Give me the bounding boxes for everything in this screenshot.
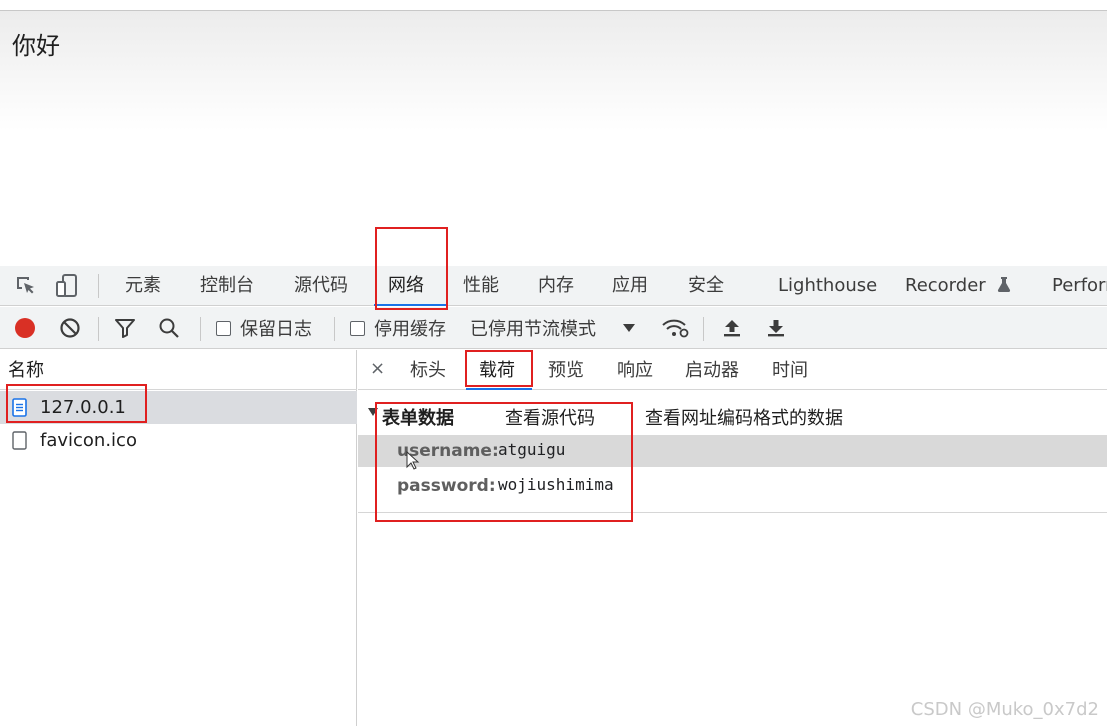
tab-recorder[interactable]: Recorder bbox=[905, 266, 1011, 306]
request-detail-panel: × 标头 载荷 预览 响应 启动器 时间 表单数据 查看源代码 查看网址编码格式… bbox=[358, 350, 1107, 726]
form-field-row[interactable]: username: atguigu bbox=[358, 435, 1107, 470]
close-icon[interactable]: × bbox=[370, 358, 385, 379]
tab-payload[interactable]: 载荷 bbox=[479, 350, 515, 390]
devtools-panel: 元素 控制台 源代码 网络 性能 内存 应用 安全 Lighthouse Rec… bbox=[0, 266, 1107, 726]
toolbar-separator bbox=[200, 317, 201, 341]
tab-application[interactable]: 应用 bbox=[612, 266, 648, 306]
tab-recorder-label: Recorder bbox=[905, 275, 986, 296]
request-name: favicon.ico bbox=[40, 430, 137, 451]
document-icon bbox=[12, 398, 27, 417]
active-detail-tab-indicator bbox=[466, 388, 532, 390]
request-list-panel: 名称 127.0.0.1 favicon.ico bbox=[0, 350, 357, 726]
form-field-value: atguigu bbox=[498, 440, 566, 459]
file-icon bbox=[12, 431, 27, 450]
disable-cache-label: 停用缓存 bbox=[374, 319, 446, 340]
cursor-icon bbox=[406, 451, 420, 470]
chevron-down-icon bbox=[623, 324, 635, 332]
watermark: CSDN @Muko_0x7d2 bbox=[910, 699, 1099, 720]
checkbox-box[interactable] bbox=[350, 320, 365, 336]
devtools-tabbar: 元素 控制台 源代码 网络 性能 内存 应用 安全 Lighthouse Rec… bbox=[0, 266, 1107, 306]
section-divider bbox=[358, 512, 1107, 513]
detail-tabbar: × 标头 载荷 预览 响应 启动器 时间 bbox=[358, 350, 1107, 390]
tab-response[interactable]: 响应 bbox=[617, 350, 653, 390]
tab-security[interactable]: 安全 bbox=[688, 266, 724, 306]
tab-performance[interactable]: 性能 bbox=[463, 266, 499, 306]
tab-sources[interactable]: 源代码 bbox=[294, 266, 348, 306]
form-field-key: password: bbox=[397, 476, 496, 496]
page-gradient bbox=[0, 11, 1107, 131]
disable-cache-checkbox[interactable]: 停用缓存 bbox=[350, 307, 446, 349]
network-toolbar: 保留日志 停用缓存 已停用节流模式 bbox=[0, 307, 1107, 349]
tab-initiator[interactable]: 启动器 bbox=[685, 350, 739, 390]
tab-lighthouse[interactable]: Lighthouse bbox=[778, 266, 877, 306]
form-field-row[interactable]: password: wojiushimima bbox=[358, 470, 1107, 502]
tab-timing[interactable]: 时间 bbox=[772, 350, 808, 390]
filter-icon[interactable] bbox=[114, 307, 136, 349]
preserve-log-label: 保留日志 bbox=[240, 319, 312, 340]
preserve-log-checkbox[interactable]: 保留日志 bbox=[216, 307, 312, 349]
network-conditions-icon[interactable] bbox=[661, 307, 689, 349]
device-toolbar-icon[interactable] bbox=[55, 274, 79, 298]
toolbar-separator bbox=[334, 317, 335, 341]
request-name: 127.0.0.1 bbox=[40, 397, 126, 418]
form-data-title: 表单数据 bbox=[382, 408, 454, 429]
import-har-icon[interactable] bbox=[721, 307, 743, 349]
export-har-icon[interactable] bbox=[765, 307, 787, 349]
record-icon[interactable] bbox=[14, 307, 36, 349]
form-field-value: wojiushimima bbox=[498, 475, 614, 494]
name-column-header[interactable]: 名称 bbox=[0, 350, 357, 390]
active-tab-indicator bbox=[374, 304, 446, 306]
search-icon[interactable] bbox=[158, 307, 180, 349]
tab-network[interactable]: 网络 bbox=[388, 266, 424, 306]
tabbar-separator bbox=[98, 274, 99, 298]
tab-console[interactable]: 控制台 bbox=[200, 266, 254, 306]
toolbar-separator bbox=[98, 317, 99, 341]
request-row-document[interactable]: 127.0.0.1 bbox=[0, 391, 357, 424]
view-url-encoded-link[interactable]: 查看网址编码格式的数据 bbox=[645, 404, 843, 430]
tab-preview[interactable]: 预览 bbox=[548, 350, 584, 390]
flask-icon bbox=[998, 277, 1011, 292]
page-area: 你好 bbox=[0, 0, 1107, 266]
tab-headers[interactable]: 标头 bbox=[410, 350, 446, 390]
form-data-section-header[interactable]: 表单数据 查看源代码 查看网址编码格式的数据 bbox=[358, 398, 1107, 432]
tab-performance-insights[interactable]: Perforr bbox=[1052, 266, 1107, 306]
clear-icon[interactable] bbox=[59, 307, 81, 349]
request-row-favicon[interactable]: favicon.ico bbox=[0, 424, 357, 457]
checkbox-box[interactable] bbox=[216, 320, 231, 336]
page-greeting: 你好 bbox=[12, 32, 60, 60]
tab-memory[interactable]: 内存 bbox=[538, 266, 574, 306]
view-source-link[interactable]: 查看源代码 bbox=[505, 404, 595, 430]
throttling-label: 已停用节流模式 bbox=[470, 319, 596, 340]
tab-elements[interactable]: 元素 bbox=[125, 266, 161, 306]
inspect-element-icon[interactable] bbox=[14, 274, 38, 298]
triangle-down-icon bbox=[368, 408, 378, 416]
throttling-select[interactable]: 已停用节流模式 bbox=[470, 307, 636, 349]
toolbar-separator bbox=[703, 317, 704, 341]
